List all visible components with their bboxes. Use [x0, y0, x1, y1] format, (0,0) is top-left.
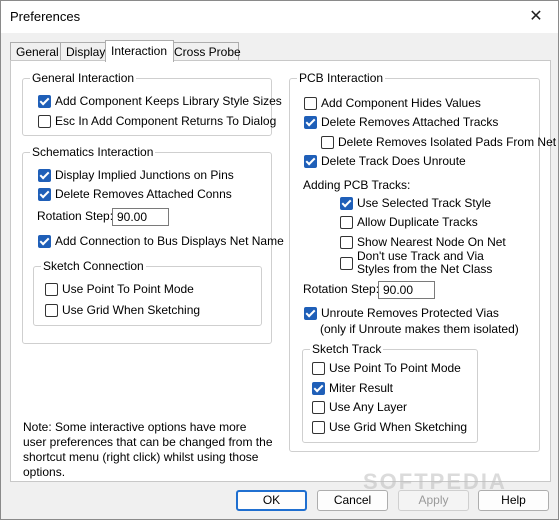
ok-button[interactable]: OK [236, 490, 307, 511]
checkbox-label: Use Grid When Sketching [62, 303, 201, 317]
checkbox-label: Delete Removes Attached Tracks [321, 115, 499, 129]
window-title: Preferences [10, 9, 81, 24]
rotation-step-label: Rotation Step: [37, 209, 114, 223]
checkbox-label: Use Point To Point Mode [329, 361, 461, 375]
checkbox-label: Delete Track Does Unroute [321, 154, 466, 168]
checkbox-label: Use Point To Point Mode [62, 282, 194, 296]
checkbox-label: Delete Removes Attached Conns [55, 187, 232, 201]
pcb-interaction-group: PCB Interaction Add Component Hides Valu… [289, 71, 556, 452]
interaction-note: Note: Some interactive options have more… [23, 420, 273, 479]
adding-pcb-tracks-label: Adding PCB Tracks: [303, 178, 411, 192]
checkbox-label: Show Nearest Node On Net [357, 235, 506, 249]
sketch-track-legend: Sketch Track [310, 342, 384, 356]
checkbox-box[interactable] [38, 188, 51, 201]
sketch-connection-group: Sketch Connection Use Point To Point Mod… [33, 259, 262, 326]
checkbox-label: Unroute Removes Protected Vias [321, 306, 499, 320]
pcb-interaction-legend: PCB Interaction [297, 71, 386, 85]
title-bar: Preferences ✕ [1, 1, 558, 33]
checkbox-label: Add Component Keeps Library Style Sizes [55, 94, 282, 108]
schematics-interaction-legend: Schematics Interaction [30, 145, 156, 159]
checkbox-label: Miter Result [329, 381, 394, 395]
checkbox-label: Esc In Add Component Returns To Dialog [55, 114, 277, 128]
checkbox-box[interactable] [38, 115, 51, 128]
checkbox-label: Add Connection to Bus Displays Net Name [55, 234, 284, 248]
tab-interaction[interactable]: Interaction [105, 40, 174, 62]
checkbox-box[interactable] [304, 307, 317, 320]
sketch-track-group: Sketch Track Use Point To Point Mode Mit… [302, 342, 478, 443]
checkbox-label: Allow Duplicate Tracks [357, 215, 478, 229]
tab-cross-probe[interactable]: Cross Probe [168, 42, 241, 61]
checkbox-box[interactable] [38, 169, 51, 182]
checkbox-box[interactable] [45, 304, 58, 317]
checkbox-box[interactable] [312, 421, 325, 434]
schematics-interaction-group: Schematics Interaction Display Implied J… [22, 145, 284, 344]
pcb-rotation-step-input[interactable]: 90.00 [378, 281, 435, 299]
checkbox-label: Don't use Track and Via Styles from the … [357, 249, 493, 276]
cancel-button[interactable]: Cancel [317, 490, 388, 511]
preferences-dialog: Preferences ✕ General Display Interactio… [0, 0, 559, 520]
general-interaction-group: General Interaction Add Component Keeps … [22, 71, 282, 136]
general-interaction-legend: General Interaction [30, 71, 137, 85]
sketch-connection-legend: Sketch Connection [41, 259, 146, 273]
checkbox-box[interactable] [312, 362, 325, 375]
checkbox-box[interactable] [340, 197, 353, 210]
checkbox-box[interactable] [304, 116, 317, 129]
pcb-rotation-step-label: Rotation Step: [303, 282, 380, 296]
checkbox-label: Delete Removes Isolated Pads From Net [338, 135, 557, 149]
checkbox-label: Use Selected Track Style [357, 196, 492, 210]
checkbox-label: Use Any Layer [329, 400, 408, 414]
checkbox-box[interactable] [304, 97, 317, 110]
checkbox-box[interactable] [312, 401, 325, 414]
checkbox-box[interactable] [45, 283, 58, 296]
tab-panel-interaction: General Interaction Add Component Keeps … [10, 60, 556, 482]
unroute-note: (only if Unroute makes them isolated) [320, 322, 519, 336]
checkbox-box[interactable] [304, 155, 317, 168]
schematic-rotation-step-input[interactable]: 90.00 [112, 208, 169, 226]
checkbox-label: Add Component Hides Values [321, 96, 481, 110]
checkbox-label: Display Implied Junctions on Pins [55, 168, 234, 182]
tab-general[interactable]: General [10, 42, 66, 61]
checkbox-box[interactable] [321, 136, 334, 149]
checkbox-box[interactable] [340, 236, 353, 249]
checkbox-box[interactable] [38, 235, 51, 248]
checkbox-box[interactable] [312, 382, 325, 395]
help-button[interactable]: Help [478, 490, 549, 511]
checkbox-label: Use Grid When Sketching [329, 420, 468, 434]
checkbox-box[interactable] [38, 95, 51, 108]
checkbox-box[interactable] [340, 216, 353, 229]
apply-button[interactable]: Apply [398, 490, 469, 511]
checkbox-box[interactable] [340, 257, 353, 270]
close-icon[interactable]: ✕ [526, 7, 546, 27]
